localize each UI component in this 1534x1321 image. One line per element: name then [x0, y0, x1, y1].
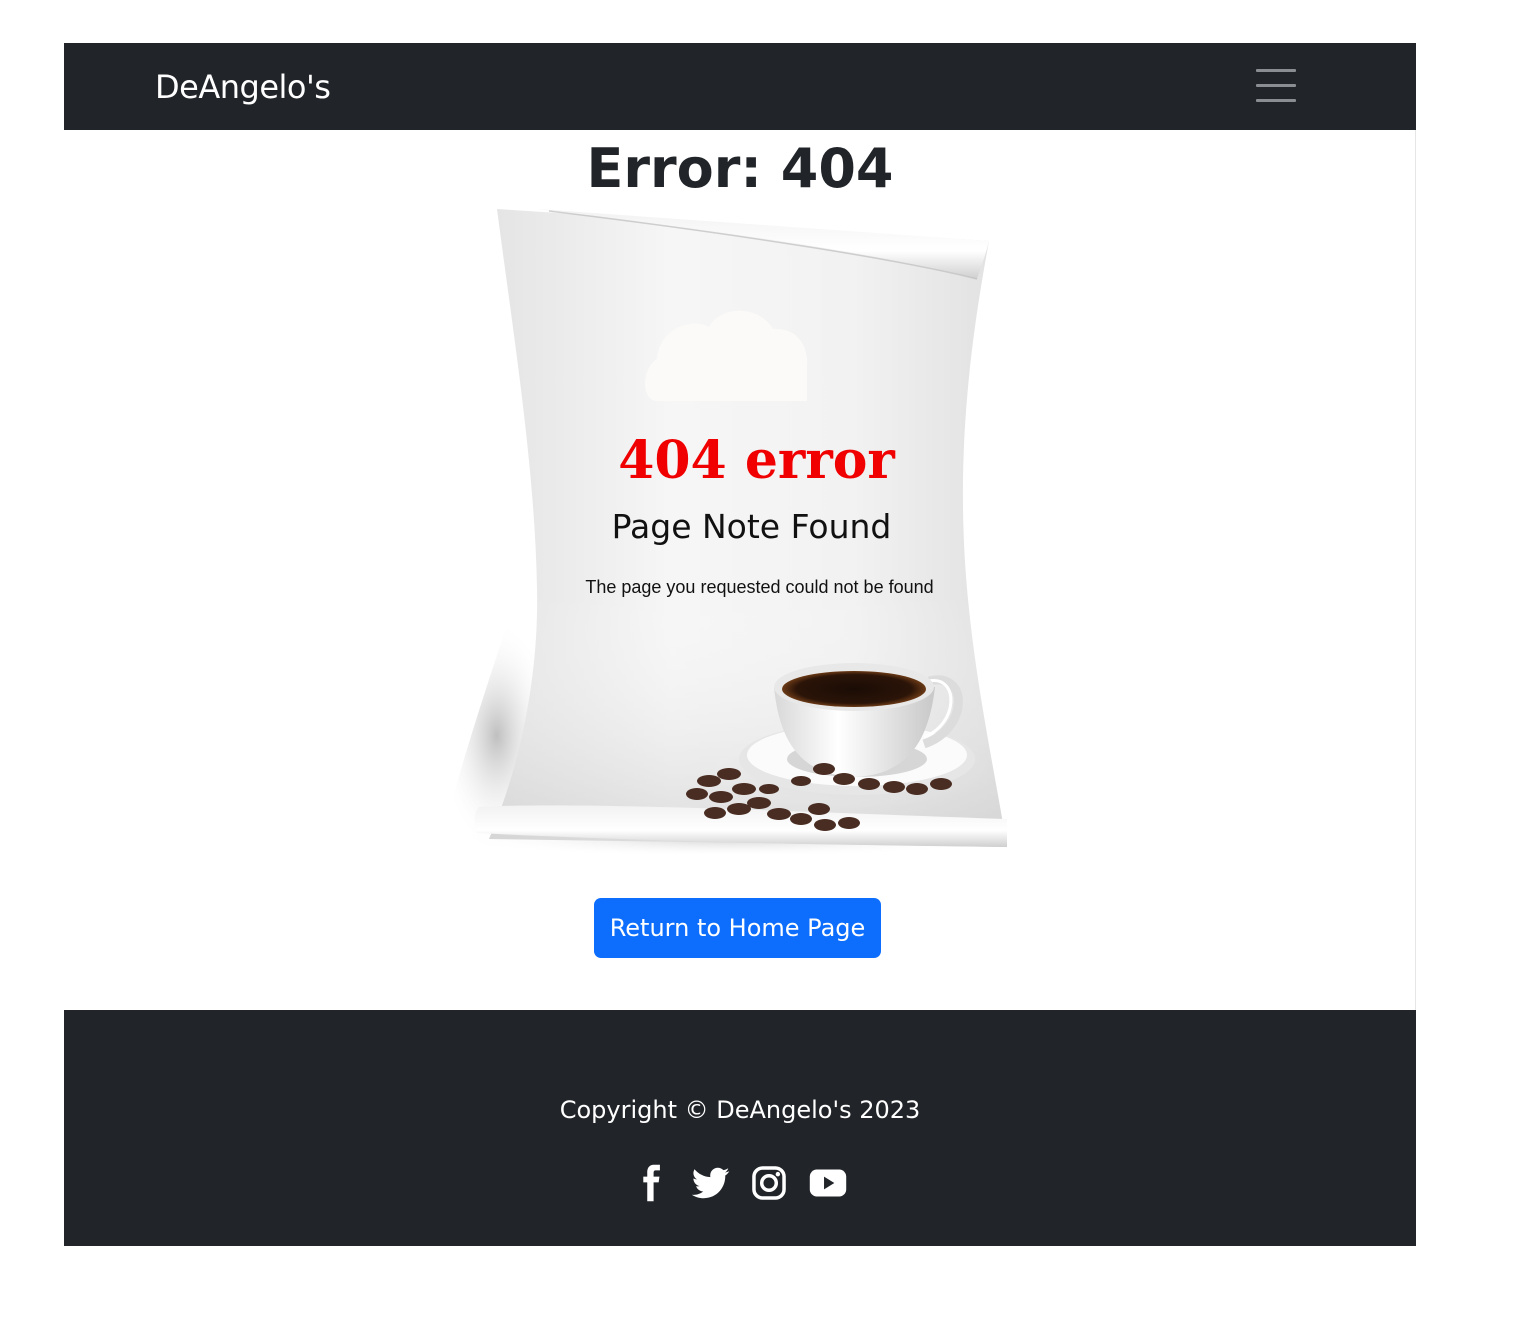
youtube-link[interactable]: [809, 1164, 847, 1202]
error-illustration: 404 error Page Note Found The page you r…: [429, 209, 1014, 857]
illustration-subheadline: Page Note Found: [611, 507, 892, 546]
return-home-button[interactable]: Return to Home Page: [594, 898, 881, 958]
youtube-icon: [809, 1169, 846, 1197]
facebook-icon: [643, 1164, 661, 1202]
facebook-link[interactable]: [633, 1164, 671, 1202]
illustration-headline: 404 error: [618, 430, 895, 491]
copyright-text: Copyright © DeAngelo's 2023: [559, 1096, 921, 1124]
footer: Copyright © DeAngelo's 2023: [64, 1010, 1416, 1246]
page-title: Error: 404: [586, 137, 894, 200]
navbar: DeAngelo's: [64, 43, 1416, 130]
brand-link[interactable]: DeAngelo's: [155, 65, 331, 109]
twitter-link[interactable]: [691, 1164, 730, 1202]
twitter-icon: [691, 1167, 730, 1199]
instagram-link[interactable]: [750, 1164, 788, 1202]
page-frame: DeAngelo's Error: 404 404 error Page Not…: [64, 43, 1416, 1246]
instagram-icon: [752, 1166, 787, 1200]
navbar-toggle-button[interactable]: [1248, 65, 1306, 109]
social-links: [64, 1164, 1416, 1204]
illustration-message: The page you requested could not be foun…: [585, 577, 934, 597]
hamburger-menu-icon: [1256, 69, 1296, 72]
